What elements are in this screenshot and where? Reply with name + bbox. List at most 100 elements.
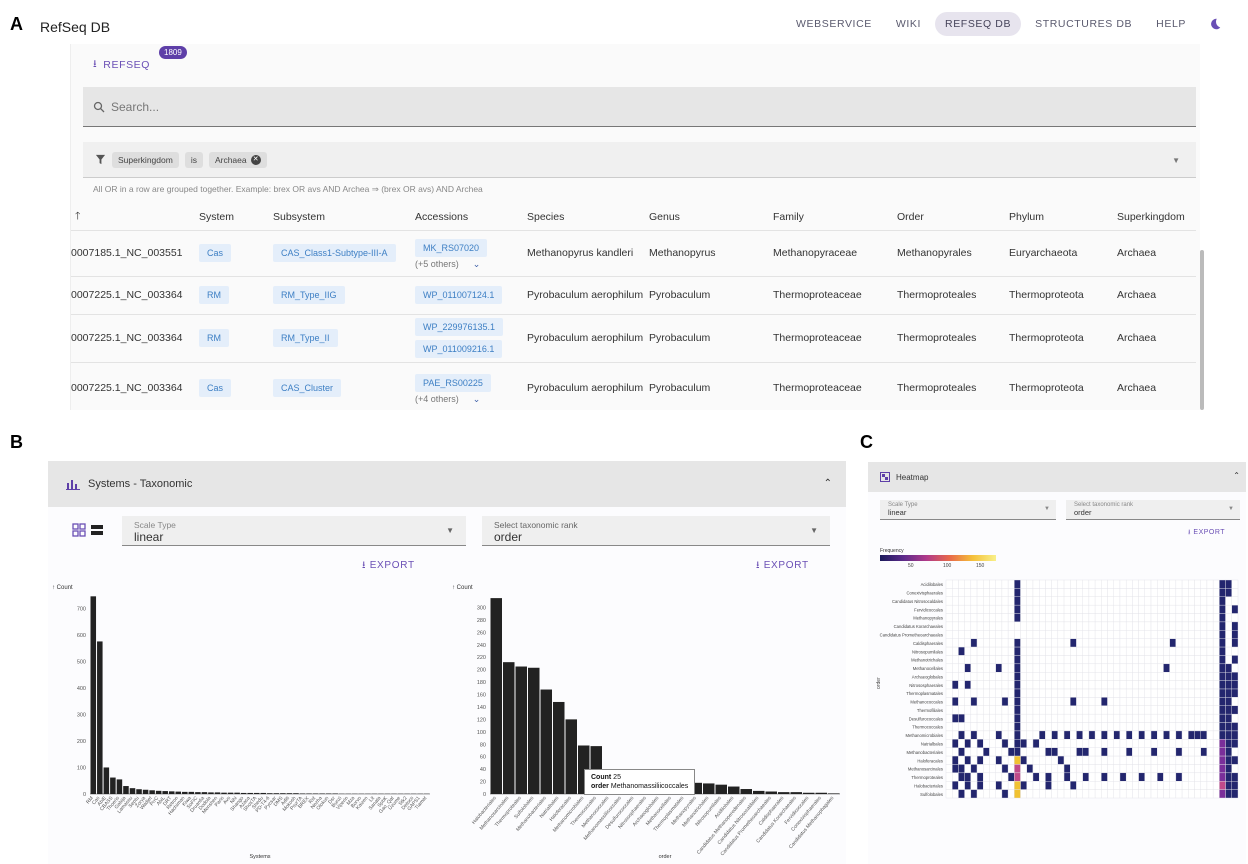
heatmap-cell[interactable]	[983, 613, 990, 623]
remove-filter-icon[interactable]: ✕	[250, 154, 261, 165]
heatmap-cell[interactable]	[1057, 638, 1065, 648]
heatmap-cell[interactable]	[964, 697, 972, 706]
heatmap-cell[interactable]	[1119, 604, 1127, 614]
heatmap-cell[interactable]	[1088, 588, 1096, 597]
heatmap-cell[interactable]	[1231, 781, 1239, 790]
heatmap-cell[interactable]	[1138, 730, 1146, 740]
heatmap-cell[interactable]	[1045, 630, 1052, 639]
heatmap-cell[interactable]	[1063, 697, 1071, 706]
heatmap-cell[interactable]	[1225, 579, 1232, 589]
heatmap-cell[interactable]	[1020, 755, 1027, 765]
heatmap-cell[interactable]	[1082, 588, 1090, 597]
heatmap-cell[interactable]	[1007, 747, 1015, 757]
heatmap-cell[interactable]	[995, 688, 1003, 698]
heatmap-cell[interactable]	[1157, 781, 1164, 790]
heatmap-cell[interactable]	[1113, 755, 1121, 765]
bar[interactable]	[803, 792, 815, 794]
heatmap-cell[interactable]	[1144, 713, 1152, 723]
heatmap-cell[interactable]	[1101, 781, 1108, 790]
heatmap-cell[interactable]	[945, 772, 953, 782]
heatmap-cell[interactable]	[983, 579, 990, 589]
heatmap-cell[interactable]	[1212, 613, 1220, 623]
col-system[interactable]: System	[199, 204, 273, 230]
heatmap-cell[interactable]	[945, 596, 953, 606]
heatmap-cell[interactable]	[1206, 739, 1214, 748]
heatmap-cell[interactable]	[1063, 596, 1071, 606]
heatmap-cell[interactable]	[1219, 579, 1226, 589]
heatmap-cell[interactable]	[1219, 705, 1226, 715]
heatmap-cell[interactable]	[970, 755, 978, 765]
heatmap-cell[interactable]	[1219, 621, 1226, 631]
heatmap-cell[interactable]	[1200, 680, 1208, 690]
heatmap-cell[interactable]	[1038, 604, 1046, 614]
heatmap-cell[interactable]	[1063, 705, 1071, 715]
heatmap-cell[interactable]	[1038, 680, 1046, 690]
heatmap-cell[interactable]	[1107, 730, 1114, 740]
heatmap-cell[interactable]	[1057, 646, 1065, 656]
heatmap-cell[interactable]	[1094, 747, 1102, 757]
heatmap-cell[interactable]	[983, 755, 990, 765]
heatmap-cell[interactable]	[1001, 781, 1009, 790]
heatmap-cell[interactable]	[958, 613, 965, 623]
heatmap-cell[interactable]	[1020, 713, 1027, 723]
heatmap-cell[interactable]	[1045, 655, 1052, 665]
heatmap-cell[interactable]	[952, 772, 959, 782]
heatmap-cell[interactable]	[1001, 730, 1009, 740]
heatmap-cell[interactable]	[1163, 630, 1170, 639]
heatmap-cell[interactable]	[1144, 596, 1152, 606]
heatmap-cell[interactable]	[1113, 688, 1121, 698]
heatmap-cell[interactable]	[1026, 764, 1034, 774]
heatmap-cell[interactable]	[1082, 680, 1090, 690]
nav-webservice[interactable]: WEBSERVICE	[786, 12, 882, 36]
heatmap-cell[interactable]	[1188, 772, 1195, 782]
heatmap-cell[interactable]	[983, 588, 990, 597]
heatmap-cell[interactable]	[1194, 755, 1201, 765]
heatmap-cell[interactable]	[1020, 663, 1027, 673]
heatmap-cell[interactable]	[1014, 621, 1021, 631]
heatmap-cell[interactable]	[1014, 697, 1021, 706]
heatmap-cell[interactable]	[1132, 596, 1139, 606]
heatmap-cell[interactable]	[976, 697, 984, 706]
bar[interactable]	[201, 792, 208, 794]
heatmap-cell[interactable]	[1125, 579, 1133, 589]
heatmap-cell[interactable]	[1038, 579, 1046, 589]
heatmap-cell[interactable]	[1057, 672, 1065, 681]
heatmap-cell[interactable]	[952, 688, 959, 698]
heatmap-cell[interactable]	[983, 630, 990, 639]
heatmap-cell[interactable]	[952, 596, 959, 606]
heatmap-cell[interactable]	[1219, 663, 1226, 673]
heatmap-cell[interactable]	[1119, 672, 1127, 681]
heatmap-cell[interactable]	[976, 638, 984, 648]
heatmap-cell[interactable]	[1076, 638, 1083, 648]
heatmap-cell[interactable]	[1101, 705, 1108, 715]
heatmap-cell[interactable]	[1132, 588, 1139, 597]
heatmap-cell[interactable]	[1107, 705, 1114, 715]
bar[interactable]	[123, 786, 129, 794]
heatmap-cell[interactable]	[1038, 705, 1046, 715]
export-button[interactable]: ⭳ EXPORT	[756, 558, 809, 575]
scale-type-select[interactable]: Scale Type linear ▼	[880, 500, 1056, 520]
heatmap-cell[interactable]	[1157, 713, 1164, 723]
heatmap-cell[interactable]	[1014, 604, 1021, 614]
heatmap-cell[interactable]	[1045, 680, 1052, 690]
heatmap-cell[interactable]	[983, 747, 990, 757]
heatmap-cell[interactable]	[1014, 596, 1021, 606]
heatmap-cell[interactable]	[1200, 613, 1208, 623]
heatmap-cell[interactable]	[958, 781, 965, 790]
heatmap-cell[interactable]	[952, 755, 959, 765]
heatmap-cell[interactable]	[1138, 789, 1146, 799]
heatmap-cell[interactable]	[983, 789, 990, 799]
heatmap-cell[interactable]	[1188, 697, 1195, 706]
heatmap-cell[interactable]	[995, 789, 1003, 799]
heatmap-cell[interactable]	[1181, 596, 1189, 606]
heatmap-cell[interactable]	[983, 730, 990, 740]
heatmap-cell[interactable]	[1194, 646, 1201, 656]
bar[interactable]	[116, 779, 123, 794]
bar[interactable]	[208, 792, 214, 794]
heatmap-cell[interactable]	[1038, 772, 1046, 782]
heatmap-cell[interactable]	[1188, 663, 1195, 673]
heatmap-cell[interactable]	[1225, 588, 1232, 597]
heatmap-cell[interactable]	[1144, 772, 1152, 782]
heatmap-cell[interactable]	[1026, 579, 1034, 589]
heatmap-cell[interactable]	[1125, 655, 1133, 665]
